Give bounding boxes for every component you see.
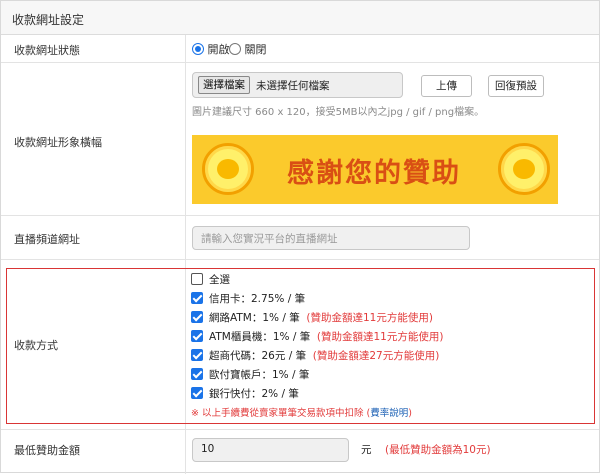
fee-info-link[interactable]: 費率說明 <box>370 408 408 419</box>
bank-quickpay-option: 銀行快付：2% / 筆 <box>209 388 299 400</box>
file-status: 未選擇任何檔案 <box>256 80 330 92</box>
minimum-amount-input[interactable]: 10 <box>192 438 349 462</box>
image-hint: 圖片建議尺寸 660 x 120，接受5MB以內之jpg / gif / png… <box>192 107 485 118</box>
atm-checkbox[interactable] <box>191 330 203 342</box>
credit-card-checkbox[interactable] <box>191 292 203 304</box>
allpay-account-option: 歐付寶帳戶：1% / 筆 <box>209 369 310 381</box>
radio-open[interactable] <box>192 43 204 55</box>
reset-default-button[interactable]: 回復預設 <box>488 75 544 97</box>
radio-open-label: 開啟 <box>207 43 230 56</box>
coin-mascot-icon <box>498 143 550 195</box>
web-atm-option: 網路ATM：1% / 筆 (贊助金額達11元方能使用) <box>209 312 433 324</box>
panel-title: 收款網址設定 <box>1 1 599 35</box>
atm-option: ATM櫃員機：1% / 筆 (贊助金額達11元方能使用) <box>209 331 444 343</box>
bank-quickpay-checkbox[interactable] <box>191 387 203 399</box>
convenience-store-option: 超商代碼：26元 / 筆 (贊助金額達27元方能使用) <box>209 350 440 362</box>
banner-image: 感謝您的贊助 <box>192 135 558 204</box>
select-all-label: 全選 <box>209 274 230 286</box>
status-label: 收款網址狀態 <box>14 44 80 57</box>
fee-footnote: ※ 以上手續費從賣家單筆交易款項中扣除 (費率說明) <box>191 408 412 419</box>
minimum-unit: 元 <box>361 444 372 456</box>
allpay-account-checkbox[interactable] <box>191 368 203 380</box>
status-open-option[interactable]: 開啟 <box>192 41 230 57</box>
banner-label: 收款網址形象橫幅 <box>14 136 102 149</box>
coin-mascot-icon <box>202 143 254 195</box>
stream-label: 直播頻道網址 <box>14 233 80 246</box>
choose-file-button[interactable]: 選擇檔案 <box>198 76 250 94</box>
web-atm-checkbox[interactable] <box>191 311 203 323</box>
stream-url-input[interactable]: 請輸入您實況平台的直播網址 <box>192 226 470 250</box>
banner-text: 感謝您的贊助 <box>287 158 461 189</box>
radio-close[interactable] <box>229 43 241 55</box>
upload-button[interactable]: 上傳 <box>421 75 472 97</box>
settings-panel: 收款網址設定 收款網址狀態 開啟 關閉 收款網址形象橫幅 選擇檔案 未選擇任何檔… <box>0 0 600 474</box>
status-close-option[interactable]: 關閉 <box>229 41 267 57</box>
status-row: 收款網址狀態 開啟 關閉 <box>1 35 599 63</box>
radio-close-label: 關閉 <box>244 43 267 56</box>
select-all-checkbox[interactable] <box>191 273 203 285</box>
file-picker[interactable]: 選擇檔案 未選擇任何檔案 <box>192 72 403 98</box>
minimum-note: (最低贊助金額為10元) <box>385 444 491 456</box>
credit-card-option: 信用卡：2.75% / 筆 <box>209 293 306 305</box>
convenience-store-checkbox[interactable] <box>191 349 203 361</box>
minimum-label: 最低贊助金額 <box>14 444 80 457</box>
